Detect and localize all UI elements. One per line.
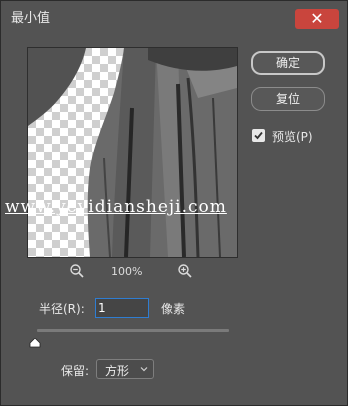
zoom-level: 100% [111, 265, 143, 278]
radius-label: 半径(R): [39, 302, 85, 316]
radius-input[interactable] [95, 298, 149, 318]
preview-checkbox-label: 预览(P) [272, 130, 313, 144]
radius-slider[interactable] [37, 329, 229, 332]
zoom-out-icon[interactable] [69, 263, 87, 281]
dialog-title: 最小值 [11, 11, 51, 26]
minimum-filter-dialog: 最小值 ✕ www.yeyidiansheji.com 100% 确定 复位 预… [0, 0, 348, 406]
close-button[interactable]: ✕ [295, 9, 339, 29]
title-bar[interactable]: 最小值 ✕ [1, 1, 347, 31]
preview-image [28, 48, 237, 257]
radius-unit: 像素 [161, 302, 186, 316]
preview-checkbox[interactable]: 预览(P) [252, 128, 342, 144]
filter-preview[interactable] [27, 47, 238, 258]
preserve-label: 保留: [61, 364, 90, 378]
preserve-dropdown[interactable]: 方形 [96, 359, 154, 379]
close-icon: ✕ [310, 9, 324, 28]
zoom-in-icon[interactable] [177, 263, 195, 281]
ok-button[interactable]: 确定 [251, 51, 325, 75]
watermark-text: www.yeyidiansheji.com [5, 197, 227, 217]
zoom-controls: 100% [61, 263, 211, 283]
radius-slider-thumb[interactable] [29, 333, 41, 348]
reset-button[interactable]: 复位 [251, 87, 325, 111]
chevron-down-icon [140, 367, 148, 372]
checkbox-checked-icon[interactable] [252, 129, 265, 142]
preserve-selected-value: 方形 [105, 364, 130, 378]
